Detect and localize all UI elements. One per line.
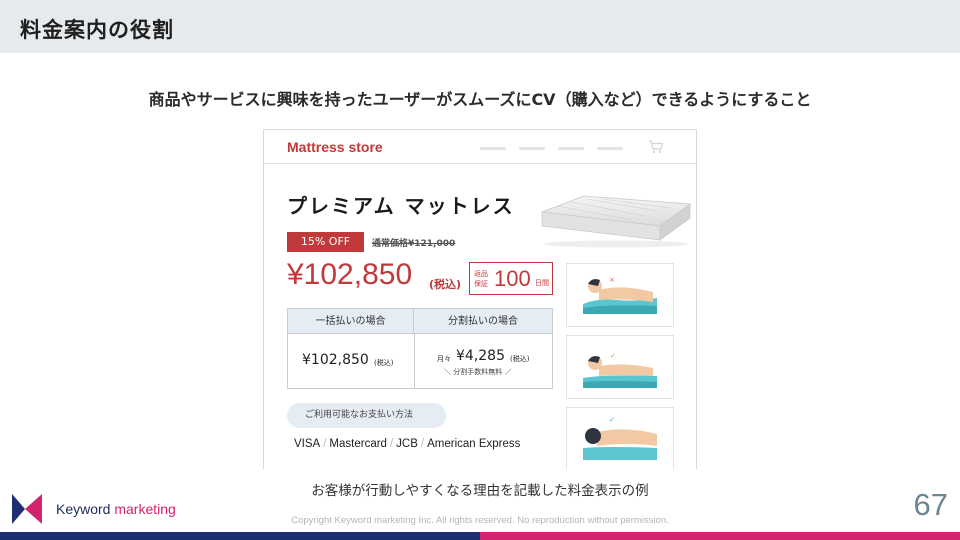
sleeping-person-icon: × [583, 276, 657, 314]
cart-icon[interactable] [648, 140, 664, 154]
table-divider [414, 334, 415, 388]
slide-title: 料金案内の役割 [20, 18, 174, 42]
nav-placeholder[interactable] [480, 147, 506, 150]
mockup-header: Mattress store [264, 130, 696, 164]
monthly-tax: (税込) [510, 355, 530, 363]
tax-label: (税込) [429, 278, 462, 291]
store-mockup: Mattress store プレミアム マットレス 15% OFF 通常価格¥… [263, 129, 697, 469]
sale-price: ¥102,850 [287, 258, 413, 291]
payment-method: JCB [396, 438, 418, 450]
mattress-image [541, 195, 692, 248]
lump-sum-price: ¥102,850 [302, 352, 369, 368]
payment-method: American Express [427, 438, 521, 450]
store-logo[interactable]: Mattress store [287, 139, 383, 155]
svg-text:✓: ✓ [609, 416, 615, 424]
header-lump-sum: 一括払いの場合 [288, 309, 414, 334]
header-installment: 分割払いの場合 [414, 309, 552, 334]
svg-text:✓: ✓ [610, 352, 616, 360]
monthly-price: ¥4,285 [456, 348, 505, 364]
sleeping-person-icon: ✓ [583, 352, 657, 388]
nav-placeholder[interactable] [597, 147, 623, 150]
payment-method: VISA [294, 438, 321, 450]
payment-method: Mastercard [329, 438, 387, 450]
return-guarantee-badge: 返品保証 100 日間 [469, 262, 553, 295]
payment-methods-list: VISA / Mastercard / JCB / American Express [294, 438, 521, 450]
title-bar: 料金案内の役割 [0, 0, 960, 53]
figure-caption: お客様が行動しやすくなる理由を記載した料金表示の例 [311, 483, 649, 499]
monthly-prefix: 月々 [437, 355, 451, 363]
payment-table: 一括払いの場合 分割払いの場合 ¥102,850 (税込) 月々 ¥4,285 … [287, 308, 553, 389]
slide-subtitle: 商品やサービスに興味を持ったユーザーがスムーズにCV（購入など）できるようにする… [148, 90, 812, 109]
sleep-illustration-thumb[interactable]: × [566, 263, 674, 327]
discount-badge: 15% OFF [287, 232, 364, 252]
footer-bar-navy [0, 532, 480, 540]
guarantee-unit: 日間 [535, 279, 549, 287]
sleep-illustration-thumb[interactable]: ✓ [566, 407, 674, 469]
guarantee-days: 100 [494, 266, 531, 291]
product-name: プレミアム マットレス [287, 194, 515, 218]
installment-fee-note: ＼ 分割手数料無料 ／ [444, 368, 512, 376]
copyright-notice: Copyright Keyword marketing Inc. All rig… [291, 515, 669, 526]
sleeping-person-icon: ✓ [583, 416, 657, 460]
nav-placeholder[interactable] [519, 147, 545, 150]
page-number: 67 [913, 487, 948, 522]
footer-bar-magenta [480, 532, 960, 540]
sleep-illustration-thumb[interactable]: ✓ [566, 335, 674, 399]
lump-sum-tax: (税込) [374, 359, 394, 367]
nav-placeholder[interactable] [558, 147, 584, 150]
guarantee-label: 返品保証 [474, 270, 488, 288]
payment-methods-label: ご利用可能なお支払い方法 [287, 403, 446, 428]
svg-text:×: × [609, 276, 615, 284]
regular-price: 通常価格¥121,000 [372, 239, 456, 249]
